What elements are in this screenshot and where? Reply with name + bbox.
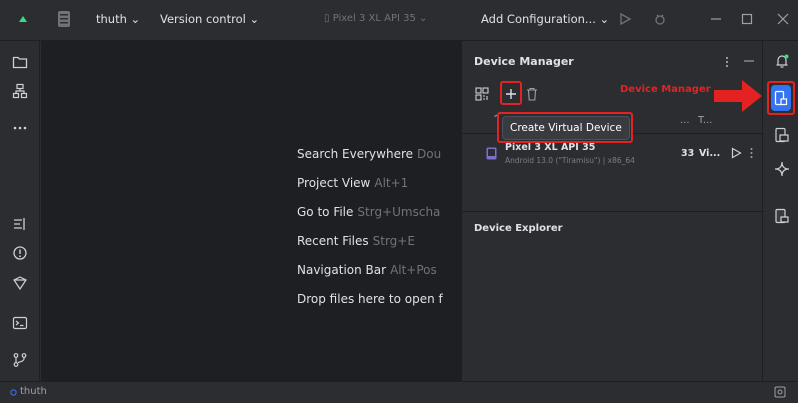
status-widget-icon[interactable] <box>774 386 786 398</box>
device-api-level: 33 <box>681 148 695 159</box>
device-type: Vi... <box>699 148 721 159</box>
project-status-icon <box>10 389 17 396</box>
hint-label: Recent Files <box>297 234 369 248</box>
editor-empty-area[interactable]: Search Everywhere Dou Project View Alt+1 G… <box>41 41 461 381</box>
status-project-name[interactable]: thuth <box>20 386 47 397</box>
left-tool-strip <box>0 41 40 381</box>
hint-shortcut: Alt+Pos <box>390 263 437 277</box>
structure-icon[interactable] <box>12 83 28 99</box>
run-config-selector[interactable]: Add Configuration... ⌄ <box>481 12 609 26</box>
hint-project-view: Project View Alt+1 <box>297 176 408 190</box>
minimize-icon[interactable] <box>708 11 724 27</box>
device-selector[interactable]: ▯ Pixel 3 XL API 35 ⌄ <box>324 13 427 24</box>
annotation-arrow-icon <box>714 80 762 112</box>
running-devices-icon[interactable] <box>774 127 790 143</box>
main-menu-icon[interactable] <box>58 11 70 27</box>
hint-drop-files: Drop files here to open f <box>297 292 443 306</box>
gemini-icon[interactable] <box>774 161 790 177</box>
device-explorer-icon[interactable] <box>774 208 790 224</box>
device-explorer-title: Device Explorer <box>474 223 563 234</box>
column-header-more[interactable]: ... <box>680 115 690 126</box>
terminal-icon[interactable] <box>12 315 28 331</box>
device-selector-label: Pixel 3 XL API 35 <box>332 13 416 24</box>
run-config-label: Add Configuration... <box>481 12 596 26</box>
hint-navigation-bar: Navigation Bar Alt+Pos <box>297 263 437 277</box>
hint-shortcut: Alt+1 <box>374 176 409 190</box>
hint-shortcut: Strg+E <box>372 234 415 248</box>
right-tool-strip <box>764 41 798 381</box>
hint-label: Go to File <box>297 205 354 219</box>
hint-shortcut: Strg+Umscha <box>357 205 441 219</box>
maximize-icon[interactable] <box>739 11 755 27</box>
hint-recent-files: Recent Files Strg+E <box>297 234 415 248</box>
start-device-icon[interactable] <box>731 147 742 159</box>
git-icon[interactable] <box>12 352 28 368</box>
hint-shortcut: Dou <box>417 147 442 161</box>
device-manager-icon <box>774 90 788 106</box>
project-selector[interactable]: thuth ⌄ <box>96 12 140 26</box>
device-name: Pixel 3 XL API 35 <box>505 142 596 153</box>
problems-icon[interactable] <box>12 245 28 261</box>
vcs-selector-label: Version control <box>160 12 246 26</box>
build-variants-icon[interactable] <box>12 216 28 232</box>
device-options-icon[interactable] <box>749 147 754 159</box>
device-manager-tool-button[interactable] <box>771 85 791 111</box>
hint-label: Project View <box>297 176 371 190</box>
hide-panel-icon[interactable] <box>743 55 755 67</box>
hint-label: Drop files here to open f <box>297 292 443 306</box>
close-icon[interactable] <box>775 11 791 27</box>
hint-label: Search Everywhere <box>297 147 413 161</box>
device-phone-icon <box>486 147 497 160</box>
project-selector-label: thuth <box>96 12 127 26</box>
delete-icon[interactable] <box>526 87 538 101</box>
panel-options-icon[interactable] <box>724 56 730 68</box>
column-header-type[interactable]: T... <box>698 115 712 126</box>
vcs-selector[interactable]: Version control ⌄ <box>160 12 259 26</box>
version-control-icon[interactable] <box>12 275 28 291</box>
annotation-label: Device Manager <box>620 84 711 95</box>
notifications-icon[interactable] <box>774 53 790 69</box>
status-bar: thuth <box>0 381 798 403</box>
project-folder-icon[interactable] <box>12 54 28 70</box>
android-studio-logo-icon <box>19 16 27 22</box>
hint-search-everywhere: Search Everywhere Dou <box>297 147 441 161</box>
hint-label: Navigation Bar <box>297 263 387 277</box>
hint-go-to-file: Go to File Strg+Umscha <box>297 205 440 219</box>
title-bar: thuth ⌄ Version control ⌄ ▯ Pixel 3 XL A… <box>0 0 798 41</box>
panel-divider <box>462 211 764 212</box>
run-icon[interactable] <box>617 11 633 27</box>
device-manager-title: Device Manager <box>474 55 574 68</box>
device-subtitle: Android 13.0 ("Tiramisu") | x86_64 <box>505 156 635 165</box>
debug-icon[interactable] <box>652 11 668 27</box>
create-virtual-device-tooltip: Create Virtual Device <box>502 116 630 140</box>
more-tools-icon[interactable] <box>12 120 28 136</box>
pair-devices-icon[interactable] <box>475 87 489 101</box>
add-icon[interactable] <box>504 87 518 101</box>
